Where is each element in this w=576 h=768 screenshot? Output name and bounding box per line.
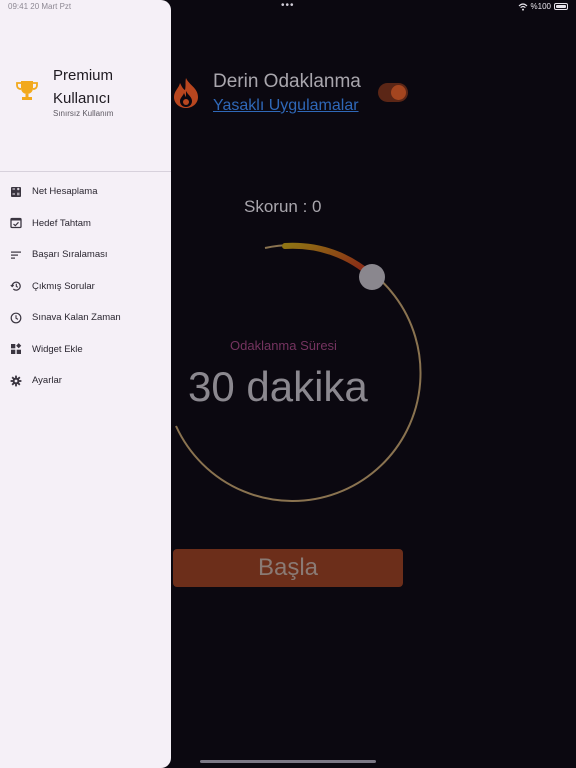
drawer-subtitle: Sınırsız Kullanım [53, 109, 114, 118]
sort-icon [11, 251, 21, 259]
menu-item-label: Hedef Tahtam [32, 217, 91, 229]
drawer-title: Premium Kullanıcı [53, 67, 114, 107]
dial-label: Odaklanma Süresi [230, 338, 337, 353]
trophy-icon [16, 81, 38, 100]
navigation-drawer: Premium Kullanıcı Sınırsız Kullanım Net … [0, 0, 171, 768]
home-indicator[interactable] [200, 760, 376, 763]
status-bar: 09:41 20 Mart Pzt ••• %100 [0, 0, 576, 14]
start-button[interactable]: Başla [173, 549, 403, 587]
menu-item-label: Başarı Sıralaması [32, 249, 108, 261]
status-time: 09:41 20 Mart Pzt [8, 2, 72, 11]
menu-item-net-hesaplama[interactable]: Net Hesaplama [0, 176, 171, 208]
multitasking-dots-icon[interactable]: ••• [281, 0, 295, 11]
menu-item-label: Ayarlar [32, 375, 62, 387]
menu-item-basari-siralamasi[interactable]: Başarı Sıralaması [0, 239, 171, 271]
dial-progress-arc [282, 242, 375, 279]
dial-value: 30 dakika [188, 363, 368, 410]
menu-item-label: Widget Ekle [32, 343, 83, 355]
focus-toggle[interactable] [378, 83, 408, 102]
widgets-icon [11, 343, 22, 355]
drawer-menu: Net Hesaplama Hedef Tahtam Başarı Sırala… [0, 176, 171, 397]
menu-item-cikmis-sorular[interactable]: Çıkmış Sorular [0, 271, 171, 303]
page-title: Derin Odaklanma [213, 71, 361, 92]
check-board-icon [10, 218, 22, 229]
menu-item-label: Sınava Kalan Zaman [32, 312, 121, 324]
battery-icon [554, 3, 568, 10]
drawer-header: Premium Kullanıcı Sınırsız Kullanım [0, 0, 171, 172]
gear-icon [10, 375, 22, 387]
clock-icon [10, 312, 22, 324]
history-icon [10, 281, 21, 291]
menu-item-label: Net Hesaplama [32, 186, 98, 198]
dial-handle [359, 264, 385, 290]
blocked-apps-link[interactable]: Yasaklı Uygulamalar [213, 97, 359, 115]
menu-item-widget-ekle[interactable]: Widget Ekle [0, 334, 171, 366]
wifi-icon [518, 2, 527, 11]
menu-item-sinava-kalan-zaman[interactable]: Sınava Kalan Zaman [0, 302, 171, 334]
calculator-icon [11, 186, 21, 197]
status-indicators: %100 [518, 2, 568, 11]
battery-percent: %100 [530, 2, 551, 11]
menu-item-label: Çıkmış Sorular [32, 280, 95, 292]
menu-item-hedef-tahtam[interactable]: Hedef Tahtam [0, 208, 171, 240]
menu-item-ayarlar[interactable]: Ayarlar [0, 365, 171, 397]
score-label: Skorun : 0 [244, 197, 322, 216]
flame-icon [174, 78, 198, 108]
toggle-knob [391, 85, 406, 100]
